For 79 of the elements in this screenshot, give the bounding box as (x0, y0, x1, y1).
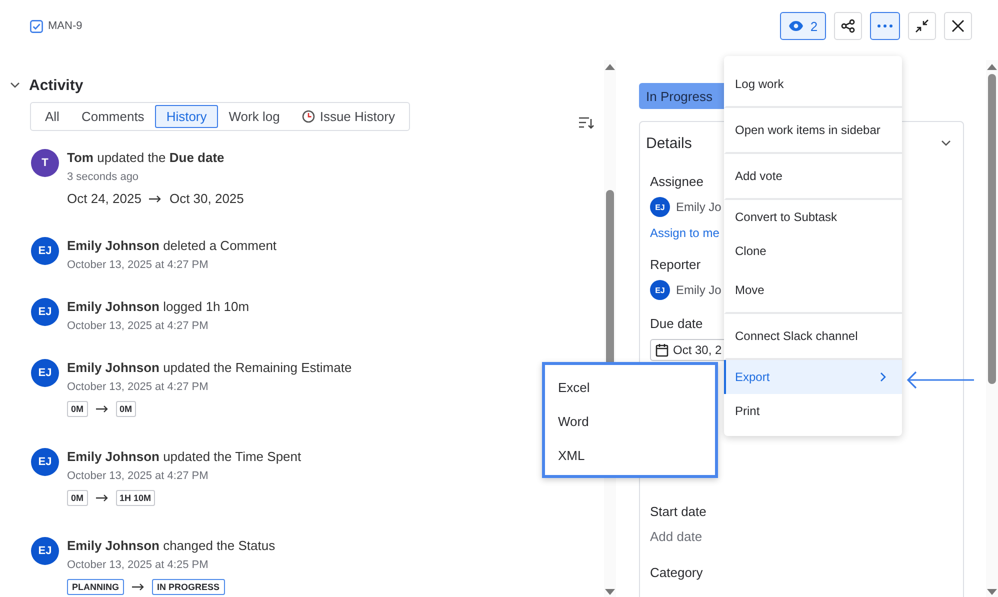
value-tag: IN PROGRESS (152, 579, 225, 595)
callout-arrow (906, 371, 974, 389)
panel-title: Details (646, 134, 692, 152)
menu-item[interactable]: Convert to Subtask (724, 200, 902, 234)
person-name: Emily Jo (676, 283, 722, 297)
close-button[interactable] (944, 12, 972, 40)
timestamp: October 13, 2025 at 4:27 PM (67, 380, 210, 395)
value-tag: 1H 10M (116, 490, 156, 506)
avatar: EJ (650, 280, 670, 300)
menu-item[interactable]: XML (545, 438, 715, 472)
activity-text: Emily Johnson updated the Remaining Estimate (67, 359, 352, 377)
activity-text: Emily Johnson logged 1h 10m (67, 298, 250, 316)
activity-text: Emily Johnson deleted a Comment (67, 237, 277, 255)
collapse-button[interactable] (908, 12, 936, 40)
scrollbar[interactable] (986, 60, 998, 597)
tab[interactable]: Issue History (290, 105, 406, 128)
assign-link[interactable]: Assign to me (650, 225, 720, 241)
tab[interactable]: History (155, 105, 218, 128)
eye-icon (788, 20, 804, 32)
old-value: Oct 24, 2025 (67, 191, 142, 206)
timestamp: October 13, 2025 at 4:27 PM (67, 319, 210, 334)
menu-item[interactable]: Log work (724, 62, 902, 108)
timestamp: October 13, 2025 at 4:25 PM (67, 558, 210, 573)
activity-text: Emily Johnson updated the Time Spent (67, 448, 302, 466)
activity-text: Tom updated the Due date (67, 149, 226, 167)
share-icon (841, 19, 855, 33)
menu-item[interactable]: Move (724, 268, 902, 314)
value-tag: 0M (67, 490, 88, 506)
chevron-right-icon (880, 372, 886, 382)
clock-icon (302, 110, 315, 123)
close-icon (951, 19, 965, 33)
avatar: T (31, 149, 59, 177)
calendar-icon (655, 343, 669, 357)
value-tag: 0M (67, 401, 88, 417)
field-label: Due date (650, 316, 703, 332)
avatar: EJ (650, 197, 670, 217)
field-label: Assignee (650, 174, 704, 190)
arrow-right-icon (96, 405, 108, 413)
field-label: Category (650, 565, 703, 581)
section-title: Activity (29, 76, 84, 94)
value-tag: PLANNING (67, 579, 124, 595)
tab[interactable]: Comments (70, 105, 156, 128)
avatar: EJ (31, 359, 59, 387)
timestamp: October 13, 2025 at 4:27 PM (67, 258, 210, 273)
menu-item[interactable]: Word (545, 404, 715, 438)
avatar: EJ (31, 537, 59, 565)
timestamp: 3 seconds ago (67, 170, 140, 185)
menu-item[interactable]: Open work items in sidebar (724, 108, 902, 154)
menu-item[interactable]: Add vote (724, 154, 902, 200)
field-label: Reporter (650, 257, 701, 273)
share-button[interactable] (834, 12, 862, 40)
watch-button[interactable]: 2 (780, 12, 826, 40)
new-value: Oct 30, 2025 (169, 191, 244, 206)
menu-item[interactable]: Clone (724, 234, 902, 268)
avatar: EJ (31, 448, 59, 476)
person-name: Emily Jo (676, 200, 722, 214)
avatar: EJ (31, 298, 59, 326)
sort-icon[interactable] (578, 116, 594, 129)
tab[interactable]: Work log (218, 105, 291, 128)
arrow-right-icon (96, 494, 108, 502)
timestamp: October 13, 2025 at 4:27 PM (67, 469, 210, 484)
field-placeholder[interactable]: Add date (650, 529, 702, 544)
activity-text: Emily Johnson changed the Status (67, 537, 276, 555)
arrow-right-icon (149, 194, 162, 202)
more-button[interactable] (870, 12, 900, 40)
arrow-right-icon (132, 583, 144, 591)
issue-key[interactable]: MAN-9 (48, 20, 82, 32)
menu-item[interactable]: Print (724, 394, 902, 428)
menu-item[interactable]: Export (724, 360, 902, 394)
menu-item[interactable]: Excel (545, 370, 715, 404)
chevron-down-icon[interactable] (10, 82, 20, 88)
avatar: EJ (31, 237, 59, 265)
collapse-icon (915, 19, 929, 33)
value-tag: 0M (116, 401, 136, 417)
tab[interactable]: All (34, 105, 70, 128)
checkbox-icon[interactable] (30, 20, 43, 32)
field-label: Start date (650, 504, 706, 520)
chevron-down-icon[interactable] (941, 140, 951, 146)
more-icon (877, 24, 893, 28)
